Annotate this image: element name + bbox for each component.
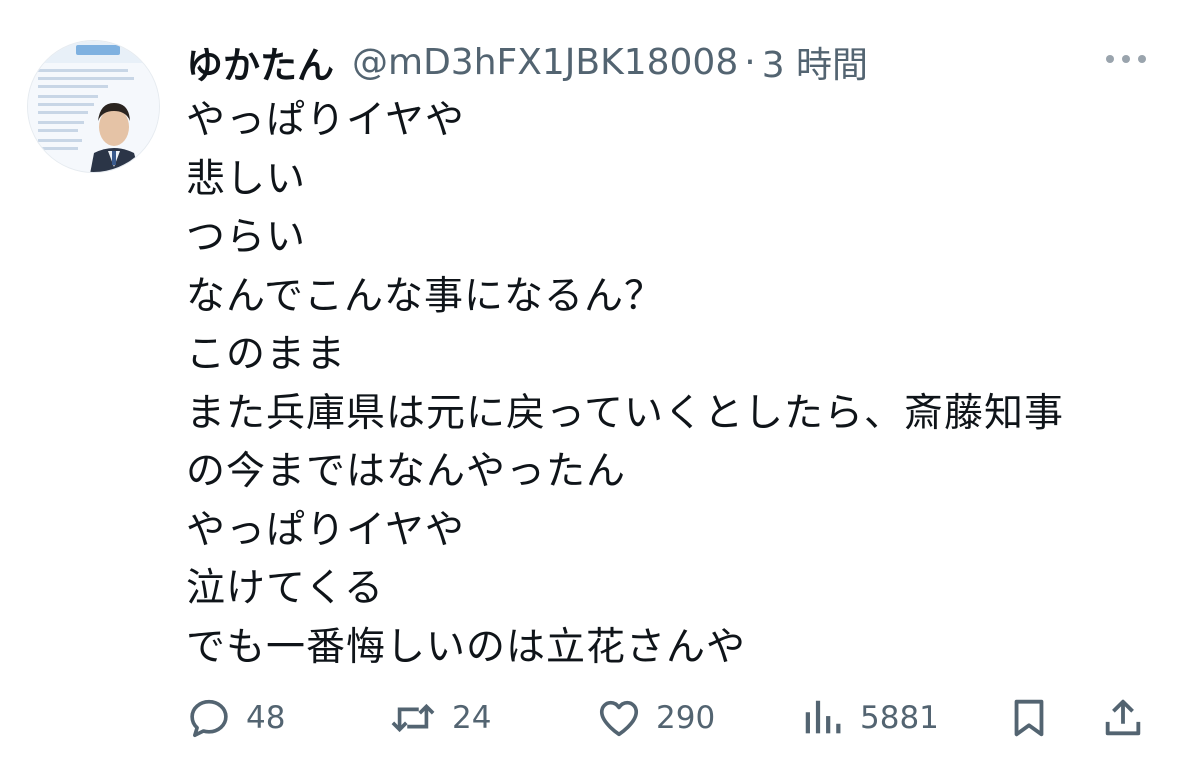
more-dot xyxy=(1122,55,1130,63)
retweet-icon xyxy=(391,703,435,733)
tweet-line: また兵庫県は元に戻っていくとしたら、斎藤知事 xyxy=(186,390,1065,436)
more-dot xyxy=(1106,55,1114,63)
like-button[interactable]: 290 xyxy=(596,690,715,746)
reply-button[interactable]: 48 xyxy=(186,690,285,746)
tweet-line: このまま xyxy=(186,332,347,377)
tweet-line: やっぱりイヤや xyxy=(186,98,465,143)
more-icon[interactable] xyxy=(1106,44,1146,74)
tweet-card[interactable]: ゆかたん @mD3hFX1JBK18008 · 3 時間 やっぱりイヤや 悲しい… xyxy=(0,0,1178,780)
user-handle[interactable]: @mD3hFX1JBK18008 xyxy=(352,42,738,83)
views-button[interactable]: 5881 xyxy=(800,690,939,746)
avatar-image xyxy=(28,41,159,172)
reply-icon xyxy=(190,699,228,738)
like-count: 290 xyxy=(656,700,716,736)
tweet-text: やっぱりイヤや 悲しい つらい なんでこんな事になるん？ このまま また兵庫県は… xyxy=(186,92,1156,677)
tweet-line: やっぱりイヤや xyxy=(186,507,465,553)
views-icon xyxy=(805,700,841,734)
retweet-button[interactable]: 24 xyxy=(388,690,491,746)
retweet-count: 24 xyxy=(452,700,492,736)
share-button[interactable] xyxy=(1100,690,1146,746)
tweet-header: ゆかたん @mD3hFX1JBK18008 · 3 時間 xyxy=(186,34,868,90)
tweet-line: なんでこんな事になるん？ xyxy=(186,273,665,319)
avatar[interactable] xyxy=(27,40,160,173)
tweet-line: の今まではなんやったん xyxy=(186,449,627,494)
timestamp[interactable]: 3 時間 xyxy=(762,36,868,88)
heart-icon xyxy=(599,700,639,737)
tweet-line: 泣けてくる xyxy=(186,566,385,611)
bookmark-button[interactable] xyxy=(1006,690,1052,746)
view-count: 5881 xyxy=(860,700,939,736)
more-dot xyxy=(1138,55,1146,63)
share-icon xyxy=(1105,699,1141,736)
separator: · xyxy=(744,41,756,83)
action-bar: 48 24 290 5881 xyxy=(186,690,1146,746)
bookmark-icon xyxy=(1014,699,1044,737)
tweet-line: つらい xyxy=(186,215,307,260)
tweet-line: でも一番悔しいのは立花さんや xyxy=(186,624,747,670)
display-name[interactable]: ゆかたん xyxy=(186,35,334,89)
reply-count: 48 xyxy=(246,700,286,736)
tweet-line: 悲しい xyxy=(186,156,307,202)
